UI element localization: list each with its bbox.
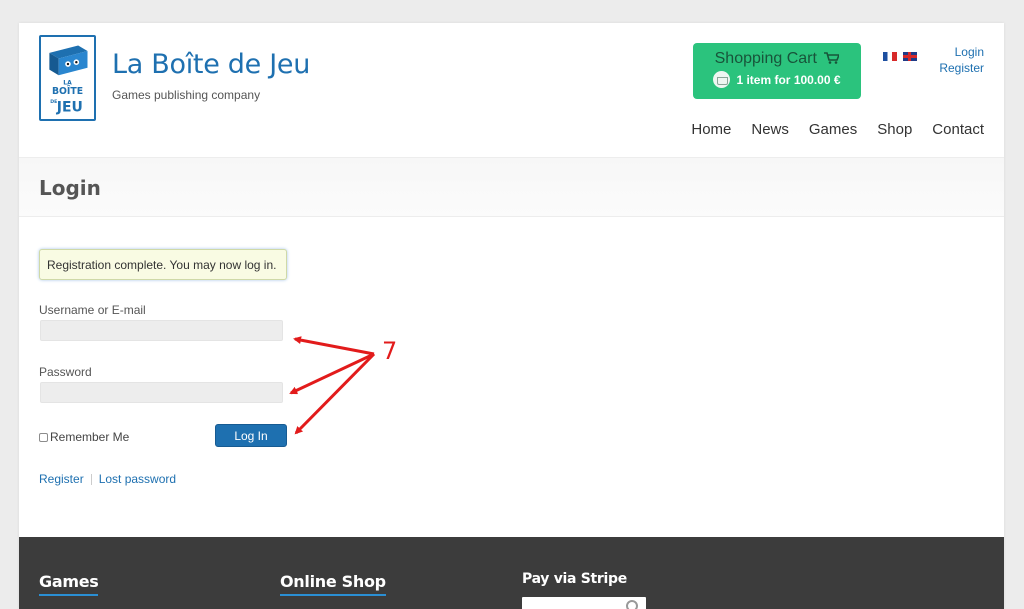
username-input[interactable] — [40, 320, 283, 341]
cart-summary: 1 item for 100.00 € — [693, 71, 861, 88]
nav-news[interactable]: News — [751, 121, 789, 138]
stripe-widget[interactable] — [522, 597, 646, 609]
basket-icon — [713, 71, 731, 88]
nav-home[interactable]: Home — [691, 121, 731, 138]
page-title: Login — [39, 176, 101, 200]
register-link[interactable]: Register — [39, 472, 84, 486]
account-links: Login Register — [939, 44, 984, 76]
logo-box-icon: LA BOÎTE DE JEU — [49, 45, 88, 115]
footer-heading-games: Games — [39, 572, 99, 596]
remember-me-label: Remember Me — [50, 430, 130, 444]
form-links: Register Lost password — [39, 472, 176, 486]
shopping-cart-button[interactable]: Shopping Cart 1 item for 100.00 € — [693, 43, 861, 99]
footer-heading-online-shop: Online Shop — [280, 572, 386, 596]
lost-password-link[interactable]: Lost password — [99, 472, 176, 486]
footer: Games Online Shop Pay via Stripe — [19, 537, 1004, 609]
site-title[interactable]: La Boîte de Jeu — [112, 49, 310, 80]
annotation-number: 7 — [382, 337, 398, 365]
arrow-to-username — [293, 336, 375, 356]
search-icon — [626, 600, 638, 609]
remember-me[interactable]: Remember Me — [39, 430, 129, 444]
arrow-to-password — [289, 352, 375, 395]
page-container: LA BOÎTE DE JEU La Boîte de Jeu Games pu… — [19, 23, 1004, 609]
nav-shop[interactable]: Shop — [877, 121, 912, 138]
logo-text-boite: BOÎTE — [52, 85, 83, 97]
log-in-button[interactable]: Log In — [215, 424, 287, 447]
nav-contact[interactable]: Contact — [932, 121, 984, 138]
main-nav: Home News Games Shop Contact — [691, 121, 984, 138]
arrow-to-login-button — [294, 352, 376, 435]
top-register-link[interactable]: Register — [939, 60, 984, 76]
cart-summary-text: 1 item for 100.00 € — [736, 72, 841, 87]
cart-title-text: Shopping Cart — [714, 50, 817, 67]
registration-notice: Registration complete. You may now log i… — [39, 249, 287, 280]
remember-me-checkbox[interactable] — [39, 432, 48, 442]
flag-fr-icon[interactable] — [883, 52, 897, 61]
top-login-link[interactable]: Login — [939, 44, 984, 60]
nav-games[interactable]: Games — [809, 121, 857, 138]
cart-icon — [824, 52, 840, 64]
flag-uk-icon[interactable] — [903, 52, 917, 61]
logo-text-jeu: JEU — [56, 99, 83, 115]
password-label: Password — [39, 365, 92, 379]
username-label: Username or E-mail — [39, 303, 146, 317]
cart-title: Shopping Cart — [693, 50, 861, 68]
footer-heading-stripe: Pay via Stripe — [522, 571, 627, 587]
password-input[interactable] — [40, 382, 283, 403]
site-tagline: Games publishing company — [112, 88, 261, 102]
link-separator — [90, 473, 92, 485]
language-switcher — [883, 52, 917, 61]
page-title-bar: Login — [19, 157, 1004, 217]
site-logo[interactable]: LA BOÎTE DE JEU — [39, 35, 96, 121]
